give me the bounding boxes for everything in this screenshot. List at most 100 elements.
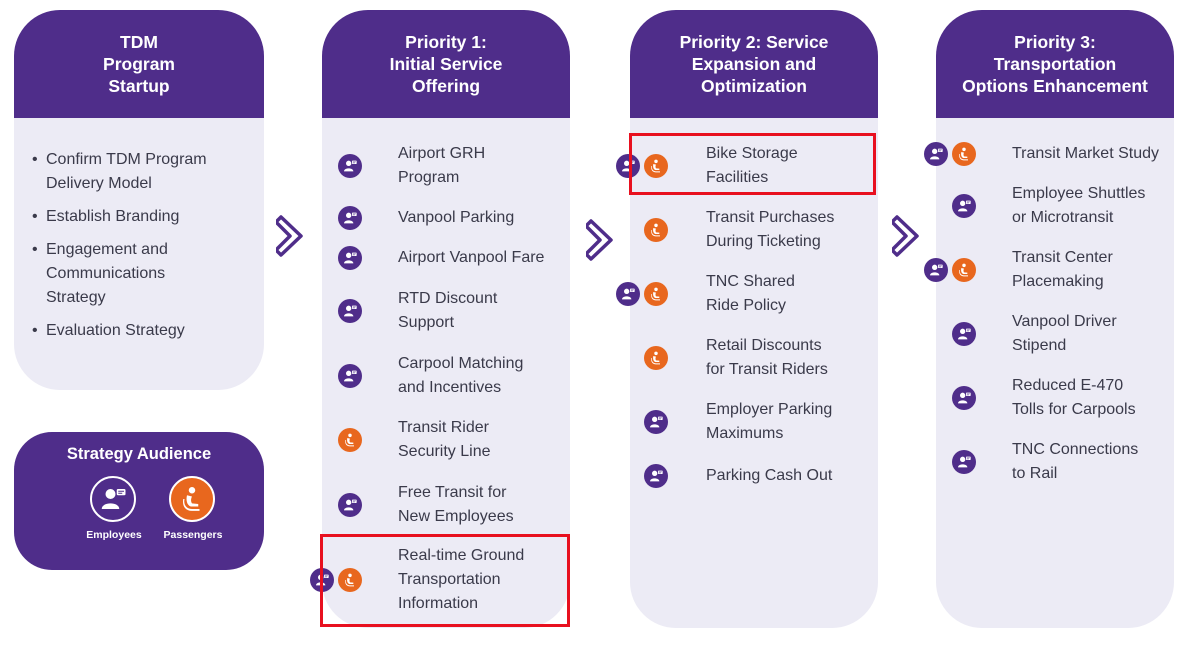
passenger-icon	[644, 282, 668, 306]
employee-icon	[338, 246, 362, 270]
strategy-label-line: Transportation	[398, 571, 501, 588]
strategy-label-line: Facilities	[706, 169, 769, 186]
strategy-label-line: Transit Market Study	[1012, 145, 1160, 162]
strategy-label-line: Ride Policy	[706, 297, 787, 314]
bullet-line: Communications	[46, 265, 166, 282]
strategy-label: Free Transit for New Employees	[398, 481, 514, 529]
strategy-label-line: Transit Center	[1012, 249, 1113, 266]
strategy-label-line: Vanpool Driver	[1012, 313, 1117, 330]
column-tdm-startup: TDM Program Startup Confirm TDM Program …	[14, 10, 264, 390]
bullet-line: Strategy	[46, 289, 106, 306]
column-header: Priority 2: Service Expansion and Optimi…	[630, 10, 878, 118]
audience-icons	[952, 386, 976, 410]
startup-bullet-list: Confirm TDM Program Delivery Model Estab…	[14, 118, 264, 343]
strategy-label: Transit Rider Security Line	[398, 416, 491, 464]
bullet-line: Evaluation Strategy	[46, 322, 185, 339]
chevron-right-icon	[276, 215, 303, 257]
column-header: Priority 1: Initial Service Offering	[322, 10, 570, 118]
strategy-label-line: New Employees	[398, 508, 514, 525]
audience-icons	[338, 299, 362, 323]
passenger-icon	[952, 142, 976, 166]
passenger-icon	[644, 346, 668, 370]
strategy-label-line: Reduced E-470	[1012, 377, 1124, 394]
header-line: Options Enhancement	[962, 76, 1148, 96]
strategy-label: RTD Discount Support	[398, 287, 497, 335]
audience-icons	[338, 246, 362, 270]
employee-icon	[952, 450, 976, 474]
strategy-label-line: Airport GRH	[398, 145, 486, 162]
column-priority-3: Priority 3: Transportation Options Enhan…	[924, 10, 1174, 628]
employee-icon	[90, 476, 136, 522]
audience-icons	[924, 258, 976, 282]
strategy-label-line: RTD Discount	[398, 290, 498, 307]
employee-icon	[338, 154, 362, 178]
strategy-label: Transit Purchases During Ticketing	[706, 206, 834, 254]
strategy-label: Transit Market Study	[1012, 142, 1159, 166]
strategy-label: Transit Center Placemaking	[1012, 246, 1113, 294]
legend-title: Strategy Audience	[66, 445, 212, 463]
strategy-label-line: Transit Purchases	[706, 209, 835, 226]
header-line: Initial Service	[389, 54, 503, 74]
bullet-item: Confirm TDM Program Delivery Model	[32, 148, 254, 196]
passenger-icon	[644, 218, 668, 242]
strategy-label-line: Placemaking	[1012, 273, 1104, 290]
audience-icons	[644, 346, 668, 370]
strategy-label-line: Security Line	[398, 443, 491, 460]
strategy-label-line: Airport Vanpool Fare	[398, 249, 545, 266]
audience-icons	[644, 218, 668, 242]
strategy-label-line: Real-time Ground	[398, 547, 525, 564]
strategy-label: TNC Connections to Rail	[1012, 438, 1138, 486]
employee-icon	[338, 299, 362, 323]
bullet-line: Delivery Model	[46, 175, 152, 192]
employee-icon	[924, 142, 948, 166]
strategy-label-line: TNC Connections	[1012, 441, 1139, 458]
strategy-label-line: Information	[398, 595, 479, 612]
audience-icons	[338, 493, 362, 517]
strategy-label: Airport Vanpool Fare	[398, 246, 544, 270]
passenger-icon	[338, 568, 362, 592]
strategy-label-line: Tolls for Carpools	[1012, 401, 1136, 418]
employee-icon	[310, 568, 334, 592]
chevron-right-icon	[892, 215, 919, 257]
strategy-label-line: TNC Shared	[706, 273, 795, 290]
employee-icon	[338, 364, 362, 388]
strategy-label-line: Transit Rider	[398, 419, 489, 436]
strategy-label-line: Free Transit for	[398, 484, 507, 501]
bullet-line: Establish Branding	[46, 208, 180, 225]
column-priority-1: Priority 1: Initial Service Offering Air…	[310, 10, 570, 628]
bullet-item: Engagement and Communications Strategy	[32, 238, 254, 310]
audience-icons	[338, 154, 362, 178]
strategy-label-line: Retail Discounts	[706, 337, 822, 354]
audience-icons	[952, 450, 976, 474]
strategy-label-line: or Microtransit	[1012, 209, 1114, 226]
employee-icon	[644, 464, 668, 488]
strategy-label-line: Employee Shuttles	[1012, 185, 1146, 202]
chevron-right-icon	[586, 219, 613, 261]
passenger-icon	[644, 154, 668, 178]
audience-icons	[338, 364, 362, 388]
strategy-item: Real-time Ground Transportation Informatio…	[310, 540, 570, 620]
header-line: Priority 2: Service	[679, 32, 829, 52]
bullet-line: Engagement and	[46, 241, 168, 258]
employee-icon	[952, 322, 976, 346]
header-line: Priority 1:	[405, 32, 487, 52]
strategy-label-line: Carpool Matching	[398, 355, 524, 372]
strategy-label-line: to Rail	[1012, 465, 1058, 482]
strategy-label-line: for Transit Riders	[706, 361, 828, 378]
header-line: Expansion and	[691, 54, 817, 74]
audience-icons	[644, 410, 668, 434]
strategy-item: Parking Cash Out	[630, 436, 878, 516]
strategy-label: Bike Storage Facilities	[706, 142, 798, 190]
strategy-label: Retail Discounts for Transit Riders	[706, 334, 828, 382]
strategy-label: Parking Cash Out	[706, 464, 832, 488]
legend-employees-label: Employees	[86, 529, 142, 541]
header-line: Priority 3:	[1014, 32, 1096, 52]
column-priority-2: Priority 2: Service Expansion and Optimi…	[616, 10, 878, 628]
legend-passengers-label: Passengers	[163, 529, 223, 541]
passenger-icon	[169, 476, 215, 522]
employee-icon	[924, 258, 948, 282]
audience-icons	[952, 322, 976, 346]
bullet-line: Confirm TDM Program	[46, 151, 207, 168]
strategy-label-line: Support	[398, 314, 455, 331]
bullet-item: Establish Branding	[32, 205, 254, 229]
